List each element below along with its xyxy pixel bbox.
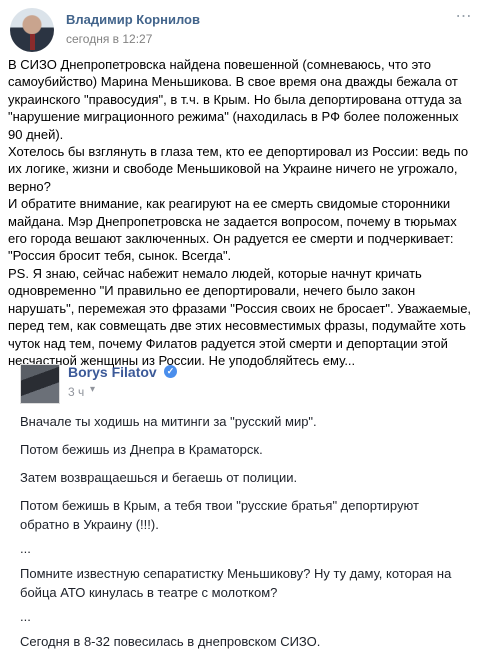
verified-icon: ✓ — [164, 365, 177, 378]
fb-line: Потом бежишь в Крым, а тебя твои "русски… — [20, 498, 419, 532]
fb-ellipsis: ... — [20, 609, 31, 624]
more-icon[interactable]: ⋯ — [455, 9, 473, 25]
fb-ellipsis: ... — [20, 541, 31, 556]
audience-caret-icon: ▾ — [90, 384, 96, 395]
post-paragraph: Хотелось бы взглянуть в глаза тем, кто е… — [8, 144, 469, 194]
fb-author-name: Borys Filatov — [68, 364, 157, 380]
post-paragraph: И обратите внимание, как реагируют на ее… — [8, 196, 457, 264]
fb-line: Помните известную сепаратистку Меньшиков… — [20, 566, 452, 600]
fb-line: Сегодня в 8-32 повесилась в днепровском … — [20, 634, 321, 649]
fb-post-text: Вначале ты ходишь на митинги за "русский… — [20, 412, 470, 660]
wall-post: Владимир Корнилов сегодня в 12:27 ⋯ В СИ… — [0, 0, 483, 649]
fb-author-avatar — [20, 364, 60, 404]
post-text: В СИЗО Днепропетровска найдена повешенно… — [8, 56, 474, 369]
fb-line: Затем возвращаешься и бегаешь от полиции… — [20, 470, 298, 485]
fb-line: Потом бежишь из Днепра в Краматорск. — [20, 442, 263, 457]
embedded-facebook-screenshot[interactable]: Borys Filatov ✓ 3 ч ▾ Вначале ты ходишь … — [8, 354, 474, 649]
fb-line: Вначале ты ходишь на митинги за "русский… — [20, 414, 317, 429]
author-avatar[interactable] — [10, 8, 54, 52]
post-paragraph: В СИЗО Днепропетровска найдена повешенно… — [8, 57, 462, 142]
post-timestamp[interactable]: сегодня в 12:27 — [66, 32, 152, 46]
fb-timestamp: 3 ч — [68, 385, 85, 399]
post-header: Владимир Корнилов сегодня в 12:27 ⋯ — [8, 6, 475, 52]
author-name-link[interactable]: Владимир Корнилов — [66, 12, 200, 27]
